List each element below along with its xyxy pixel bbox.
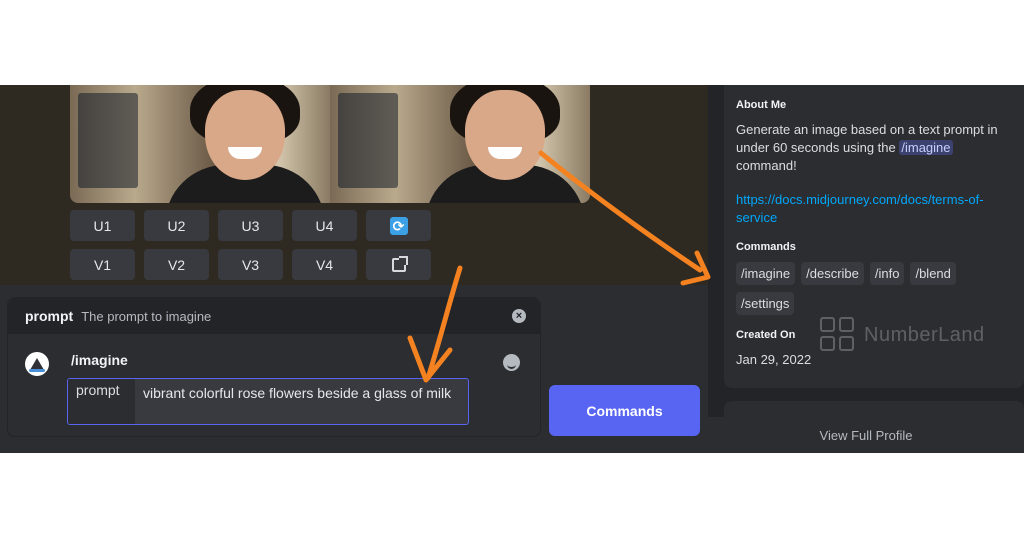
command-name: /imagine	[71, 352, 128, 368]
view-full-profile-button[interactable]: View Full Profile	[708, 417, 1024, 453]
terms-link[interactable]: https://docs.midjourney.com/docs/terms-o…	[736, 191, 1012, 227]
v3-button[interactable]: V3	[218, 249, 283, 280]
watermark-text: NumberLand	[864, 323, 985, 346]
commands-button[interactable]: Commands	[549, 385, 700, 436]
external-link-icon	[391, 255, 408, 272]
v4-button[interactable]: V4	[292, 249, 357, 280]
watermark: NumberLand	[820, 317, 985, 353]
commands-title: Commands	[736, 241, 796, 253]
prompt-input[interactable]: vibrant colorful rose flowers beside a g…	[135, 379, 468, 424]
v2-button[interactable]: V2	[144, 249, 209, 280]
v1-button[interactable]: V1	[70, 249, 135, 280]
prompt-option-label: prompt	[68, 379, 135, 424]
option-hint-description: The prompt to imagine	[81, 308, 212, 324]
slash-command-input: prompt The prompt to imagine × /imagine …	[7, 297, 541, 437]
upscale-button-row: U1 U2 U3 U4 ⟳	[70, 210, 431, 241]
option-hint-bar: prompt The prompt to imagine	[8, 298, 540, 334]
reroll-button[interactable]: ⟳	[366, 210, 431, 241]
discord-window: U1 U2 U3 U4 ⟳ V1 V2 V3 V4 prompt The pro…	[0, 85, 1024, 453]
generated-image-right[interactable]	[330, 85, 590, 203]
generated-image-left[interactable]	[70, 85, 330, 203]
command-chip-imagine[interactable]: /imagine	[736, 262, 796, 285]
close-icon[interactable]: ×	[512, 309, 526, 323]
chat-area: U1 U2 U3 U4 ⟳ V1 V2 V3 V4 prompt The pro…	[0, 85, 708, 453]
u1-button[interactable]: U1	[70, 210, 135, 241]
variation-button-row: V1 V2 V3 V4	[70, 249, 431, 280]
command-chip-info[interactable]: /info	[869, 262, 905, 285]
bot-avatar	[25, 352, 49, 376]
created-on-date: Jan 29, 2022	[736, 352, 812, 367]
u4-button[interactable]: U4	[292, 210, 357, 241]
u3-button[interactable]: U3	[218, 210, 283, 241]
emoji-icon[interactable]	[503, 354, 520, 371]
option-hint-name: prompt	[25, 308, 74, 324]
open-web-button[interactable]	[366, 249, 431, 280]
bot-profile-panel: About Me Generate an image based on a te…	[708, 85, 1024, 453]
u2-button[interactable]: U2	[144, 210, 209, 241]
about-me-text: Generate an image based on a text prompt…	[736, 122, 998, 173]
about-command-mention[interactable]: /imagine	[899, 140, 953, 155]
command-chip-blend[interactable]: /blend	[910, 262, 956, 285]
about-me-title: About Me	[736, 99, 787, 111]
command-list: /imagine /describe /info /blend /setting…	[736, 262, 996, 315]
prompt-option-field[interactable]: prompt vibrant colorful rose flowers bes…	[67, 378, 469, 425]
command-chip-describe[interactable]: /describe	[801, 262, 864, 285]
generated-image-grid[interactable]	[70, 85, 590, 203]
refresh-icon: ⟳	[389, 216, 408, 235]
watermark-logo	[820, 317, 856, 353]
command-chip-settings[interactable]: /settings	[736, 292, 795, 315]
